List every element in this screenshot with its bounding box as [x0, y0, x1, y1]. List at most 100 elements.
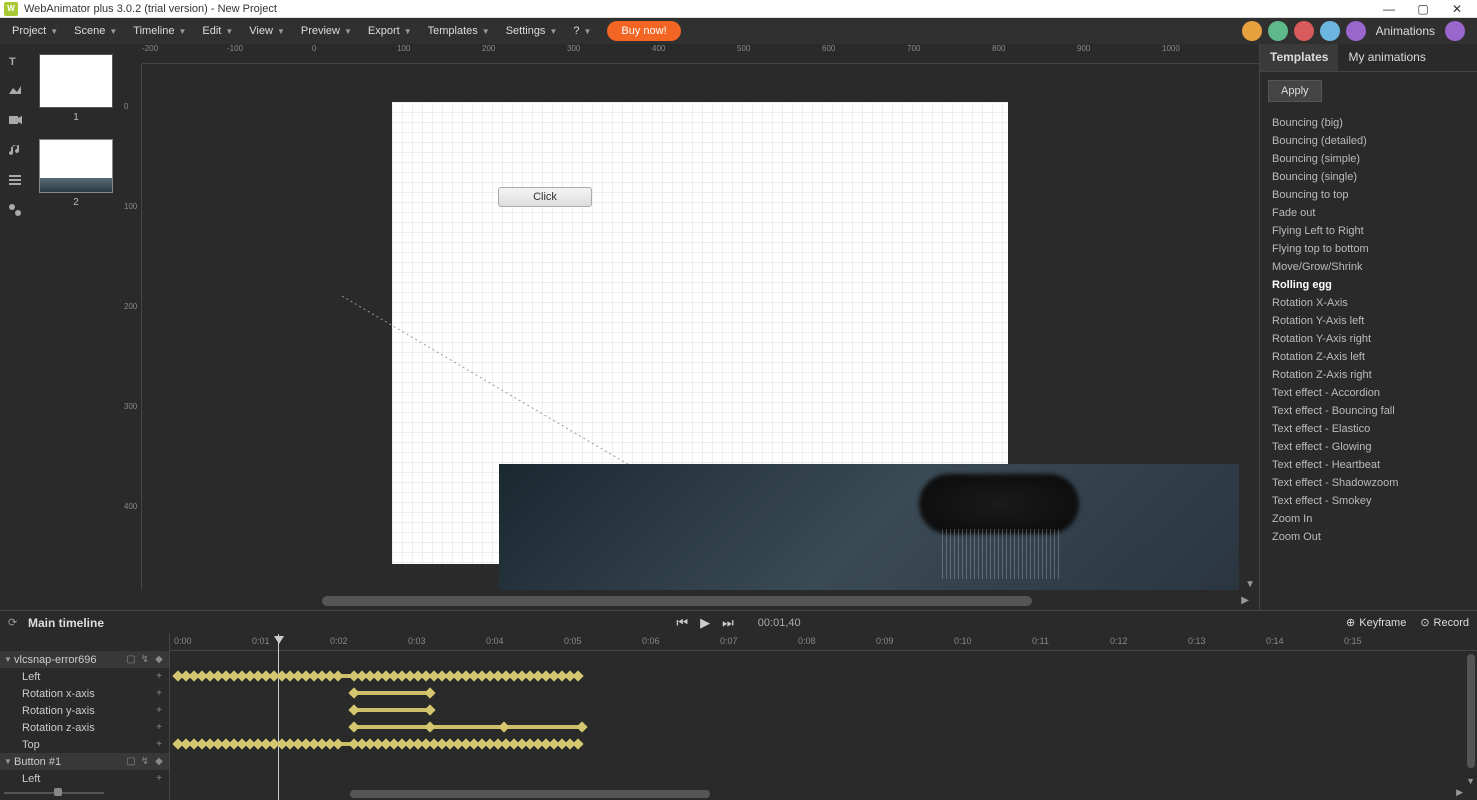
animation-item[interactable]: Move/Grow/Shrink — [1260, 258, 1477, 276]
scroll-right-icon[interactable]: ▶ — [1241, 595, 1249, 606]
apply-button[interactable]: Apply — [1268, 80, 1322, 102]
timeline-scroll-down-icon[interactable]: ▼ — [1466, 776, 1475, 786]
record-button[interactable]: ⊙Record — [1420, 616, 1469, 629]
menu-settings[interactable]: Settings▼ — [498, 21, 566, 41]
menu-timeline[interactable]: Timeline▼ — [125, 21, 194, 41]
buy-now-button[interactable]: Buy now! — [607, 21, 680, 41]
animation-item[interactable]: Zoom In — [1260, 510, 1477, 528]
animation-item[interactable]: Bouncing (big) — [1260, 114, 1477, 132]
add-keyframe-icon[interactable]: + — [153, 722, 165, 734]
animation-item[interactable]: Text effect - Accordion — [1260, 384, 1477, 402]
timeline-ruler[interactable]: 0:000:010:020:030:040:050:060:070:080:09… — [170, 634, 1477, 651]
track-keyframe-icon[interactable]: ◆ — [153, 756, 165, 768]
timeline-lane[interactable] — [170, 770, 1477, 787]
skip-forward-icon[interactable]: ⏭ — [722, 615, 734, 631]
animation-item[interactable]: Flying top to bottom — [1260, 240, 1477, 258]
menu-view[interactable]: View▼ — [241, 21, 293, 41]
track-toggle-icon[interactable]: ▢ — [125, 756, 137, 768]
slideshow-tool-icon[interactable] — [5, 170, 25, 190]
add-keyframe-icon[interactable]: + — [153, 739, 165, 751]
tab-templates[interactable]: Templates — [1260, 44, 1338, 71]
skip-back-icon[interactable]: ⏮ — [676, 615, 688, 631]
scene-thumbnail-1[interactable] — [39, 54, 113, 108]
shape-tool-icon[interactable] — [5, 200, 25, 220]
menu-scene[interactable]: Scene▼ — [66, 21, 125, 41]
close-button[interactable]: ✕ — [1449, 1, 1465, 17]
track-group[interactable]: ▼Button #1▢↯◆ — [0, 753, 169, 770]
track-keyframe-icon[interactable]: ◆ — [153, 654, 165, 666]
track-ease-icon[interactable]: ↯ — [139, 756, 151, 768]
play-icon[interactable]: ▶ — [700, 615, 710, 631]
timeline-lane[interactable] — [170, 736, 1477, 753]
toolbar-color-4[interactable] — [1346, 21, 1366, 41]
canvas-scrollbar-horizontal[interactable] — [322, 596, 1032, 606]
timeline-lanes[interactable]: 0:000:010:020:030:040:050:060:070:080:09… — [170, 634, 1477, 800]
animation-item[interactable]: Text effect - Elastico — [1260, 420, 1477, 438]
menu-[interactable]: ?▼ — [565, 21, 599, 41]
timeline-lane[interactable] — [170, 753, 1477, 770]
track-ease-icon[interactable]: ↯ — [139, 654, 151, 666]
add-keyframe-icon[interactable]: + — [153, 705, 165, 717]
animation-item[interactable]: Rolling egg — [1260, 276, 1477, 294]
menu-preview[interactable]: Preview▼ — [293, 21, 360, 41]
animation-item[interactable]: Rotation Y-Axis right — [1260, 330, 1477, 348]
animation-item[interactable]: Rotation X-Axis — [1260, 294, 1477, 312]
track-property[interactable]: Top+ — [0, 736, 169, 753]
animation-item[interactable]: Text effect - Shadowzoom — [1260, 474, 1477, 492]
track-toggle-icon[interactable]: ▢ — [125, 654, 137, 666]
toolbar-color-1[interactable] — [1268, 21, 1288, 41]
canvas-click-button[interactable]: Click — [498, 187, 592, 207]
animation-item[interactable]: Zoom Out — [1260, 528, 1477, 546]
animation-item[interactable]: Fade out — [1260, 204, 1477, 222]
toolbar-color-2[interactable] — [1294, 21, 1314, 41]
animation-item[interactable]: Bouncing (simple) — [1260, 150, 1477, 168]
track-property[interactable]: Rotation y-axis+ — [0, 702, 169, 719]
track-group[interactable]: ▼vlcsnap-error696▢↯◆ — [0, 651, 169, 668]
animation-item[interactable]: Flying Left to Right — [1260, 222, 1477, 240]
timeline-zoom-slider[interactable] — [4, 788, 104, 798]
animation-item[interactable]: Text effect - Smokey — [1260, 492, 1477, 510]
add-keyframe-icon[interactable]: + — [153, 671, 165, 683]
add-keyframe-icon[interactable]: + — [153, 773, 165, 785]
animation-item[interactable]: Text effect - Heartbeat — [1260, 456, 1477, 474]
menu-export[interactable]: Export▼ — [360, 21, 420, 41]
animation-item[interactable]: Rotation Z-Axis left — [1260, 348, 1477, 366]
keyframe-button[interactable]: ⊕Keyframe — [1346, 616, 1406, 629]
menu-project[interactable]: Project▼ — [4, 21, 66, 41]
timeline-scroll-right-icon[interactable]: ▶ — [1456, 787, 1463, 798]
audio-tool-icon[interactable] — [5, 140, 25, 160]
timeline-lane[interactable] — [170, 651, 1477, 668]
canvas-image-element[interactable] — [499, 464, 1239, 590]
track-property[interactable]: Rotation z-axis+ — [0, 719, 169, 736]
animation-item[interactable]: Bouncing (single) — [1260, 168, 1477, 186]
collapse-icon[interactable]: ▼ — [4, 757, 14, 766]
timeline-lane[interactable] — [170, 702, 1477, 719]
animation-item[interactable]: Rotation Y-Axis left — [1260, 312, 1477, 330]
timeline-lane[interactable] — [170, 719, 1477, 736]
animation-item[interactable]: Bouncing to top — [1260, 186, 1477, 204]
animation-item[interactable]: Rotation Z-Axis right — [1260, 366, 1477, 384]
image-tool-icon[interactable] — [5, 80, 25, 100]
toolbar-color-0[interactable] — [1242, 21, 1262, 41]
menu-edit[interactable]: Edit▼ — [194, 21, 241, 41]
timeline-lane[interactable] — [170, 668, 1477, 685]
scene-thumbnail-2[interactable] — [39, 139, 113, 193]
track-property[interactable]: Left+ — [0, 668, 169, 685]
minimize-button[interactable]: — — [1381, 1, 1397, 17]
animation-item[interactable]: Bouncing (detailed) — [1260, 132, 1477, 150]
scroll-down-icon[interactable]: ▼ — [1245, 579, 1255, 590]
maximize-button[interactable]: ▢ — [1415, 1, 1431, 17]
track-property[interactable]: Rotation x-axis+ — [0, 685, 169, 702]
animation-item[interactable]: Text effect - Glowing — [1260, 438, 1477, 456]
timeline-scrollbar-vertical[interactable] — [1467, 654, 1475, 768]
timeline-lane[interactable] — [170, 685, 1477, 702]
timeline-scrollbar-horizontal[interactable] — [350, 790, 710, 798]
tab-my-animations[interactable]: My animations — [1338, 44, 1435, 71]
refresh-icon[interactable]: ⟳ — [8, 616, 22, 630]
track-property[interactable]: Left+ — [0, 770, 169, 787]
video-tool-icon[interactable] — [5, 110, 25, 130]
collapse-icon[interactable]: ▼ — [4, 655, 14, 664]
text-tool-icon[interactable]: T — [5, 50, 25, 70]
toolbar-color-3[interactable] — [1320, 21, 1340, 41]
animation-item[interactable]: Text effect - Bouncing fall — [1260, 402, 1477, 420]
